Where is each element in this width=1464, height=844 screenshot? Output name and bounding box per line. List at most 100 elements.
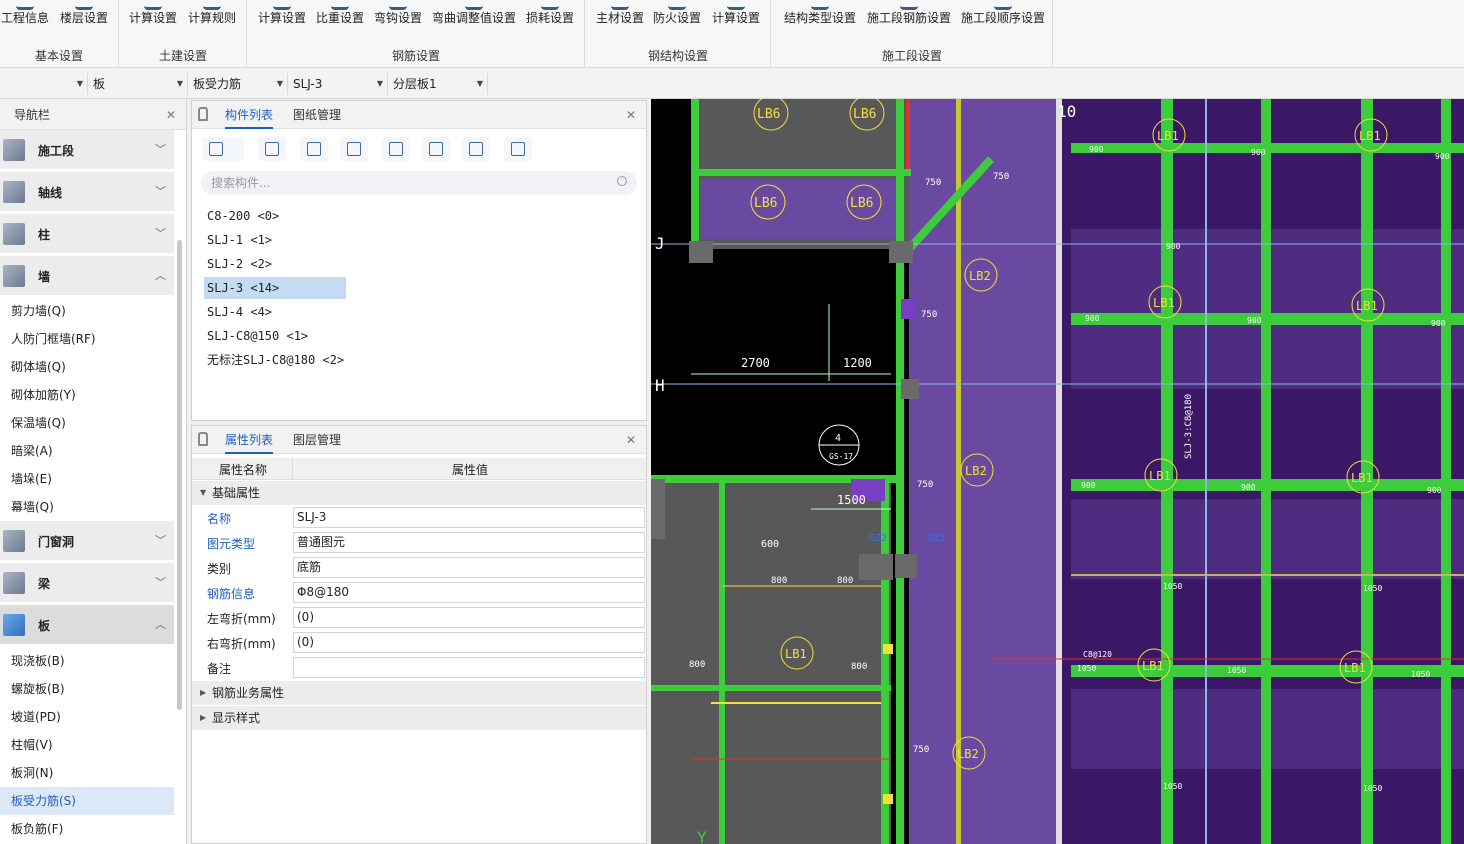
close-icon[interactable]: ✕ bbox=[166, 100, 176, 130]
component-item[interactable]: 无标注SLJ-C8@180 <2> bbox=[204, 349, 344, 371]
civil-calc-settings-button[interactable]: 计算设置 bbox=[126, 0, 180, 32]
nav-item-column-cap[interactable]: 柱帽(V) bbox=[0, 731, 174, 759]
density-settings-button[interactable]: 比重设置 bbox=[314, 0, 366, 32]
component-select[interactable]: SLJ-3 ▼ bbox=[289, 73, 388, 95]
nav-category-slab[interactable]: 板 ︿ bbox=[0, 605, 174, 645]
import-button[interactable] bbox=[422, 137, 450, 161]
dimension-text: 1200 bbox=[843, 356, 872, 370]
section-order-button[interactable]: 施工段顺序设置 bbox=[956, 0, 1050, 32]
floor-settings-button[interactable]: 楼层设置 bbox=[56, 0, 112, 32]
nav-item-ramp[interactable]: 坡道(PD) bbox=[0, 703, 174, 731]
ribbon-group-civil: 计算设置 计算规则 土建设置 bbox=[120, 0, 247, 68]
property-row-right-bend: 右弯折(mm) (0) bbox=[192, 630, 646, 655]
property-value-input[interactable]: SLJ-3 bbox=[293, 507, 645, 528]
nav-item-wall-pier[interactable]: 墙垛(E) bbox=[0, 465, 174, 493]
property-value-input[interactable]: Φ8@180 bbox=[293, 582, 645, 603]
property-group-basic[interactable]: ▼ 基础属性 bbox=[192, 481, 646, 505]
lock-icon[interactable] bbox=[198, 107, 208, 121]
property-value-input[interactable] bbox=[293, 657, 645, 678]
grid-label: 10 bbox=[1057, 102, 1076, 121]
property-group-rebar-business[interactable]: ▶ 钢筋业务属性 bbox=[192, 681, 646, 705]
dimension-text: 900 bbox=[1089, 145, 1104, 154]
sort-button[interactable] bbox=[462, 137, 490, 161]
slab-label-text: LB2 bbox=[957, 747, 979, 761]
category-select[interactable]: 板 ▼ bbox=[89, 73, 188, 95]
component-item[interactable]: SLJ-2 <2> bbox=[204, 253, 272, 275]
ribbon-group-label: 施工段设置 bbox=[881, 49, 942, 63]
component-item[interactable]: SLJ-4 <4> bbox=[204, 301, 272, 323]
steel-calc-settings-button[interactable]: 计算设置 bbox=[708, 0, 764, 32]
main-material-button[interactable]: 主材设置 bbox=[594, 0, 646, 32]
close-icon[interactable]: ✕ bbox=[626, 426, 636, 454]
layer-select[interactable]: 分层板1 ▼ bbox=[389, 73, 488, 95]
property-value-input[interactable]: (0) bbox=[293, 607, 645, 628]
nav-item-insulation-wall[interactable]: 保温墙(Q) bbox=[0, 409, 174, 437]
nav-item-slab-neg-rebar[interactable]: 板负筋(F) bbox=[0, 815, 174, 843]
component-item[interactable]: SLJ-1 <1> bbox=[204, 229, 272, 251]
nav-category-beam[interactable]: 梁 ﹀ bbox=[0, 563, 174, 603]
save-template-button[interactable] bbox=[382, 137, 410, 161]
tab-property-list[interactable]: 属性列表 bbox=[225, 426, 274, 454]
lock-icon[interactable] bbox=[198, 432, 208, 446]
filter-list-icon bbox=[511, 142, 525, 156]
property-value-input[interactable]: (0) bbox=[293, 632, 645, 653]
component-item[interactable]: SLJ-C8@150 <1> bbox=[204, 325, 308, 347]
grid-label: J bbox=[655, 234, 665, 253]
new-component-button[interactable] bbox=[202, 137, 244, 161]
calc-rules-button[interactable]: 计算规则 bbox=[184, 0, 240, 32]
nav-item-civil-defense-wall[interactable]: 人防门框墙(RF) bbox=[0, 325, 174, 353]
nav-category-wall[interactable]: 墙 ︿ bbox=[0, 256, 174, 296]
property-value-input[interactable]: 普通图元 bbox=[293, 532, 645, 553]
bend-adjust-button[interactable]: 弯曲调整值设置 bbox=[430, 0, 518, 32]
component-item-selected[interactable]: SLJ-3 <14> bbox=[204, 277, 346, 299]
floor-select[interactable]: ▼ bbox=[0, 73, 88, 95]
calc-settings-icon bbox=[727, 0, 745, 10]
tab-drawing-management[interactable]: 图纸管理 bbox=[293, 101, 341, 129]
tab-layer-management[interactable]: 图层管理 bbox=[293, 426, 341, 454]
cad-drawing[interactable]: J H 10 Y LB6 LB6 LB6 LB6 LB1 LB1 LB1 LB1… bbox=[651, 99, 1464, 844]
nav-category-column[interactable]: 柱 ﹀ bbox=[0, 214, 174, 254]
rebar-calc-settings-button[interactable]: 计算设置 bbox=[256, 0, 308, 32]
nav-item-curtain-wall[interactable]: 幕墙(Q) bbox=[0, 493, 174, 521]
nav-category-axis[interactable]: 轴线 ﹀ bbox=[0, 172, 174, 212]
tab-component-list[interactable]: 构件列表 bbox=[225, 101, 274, 129]
nav-item-spiral-slab[interactable]: 螺旋板(B) bbox=[0, 675, 174, 703]
project-info-button[interactable]: 工程信息 bbox=[0, 0, 50, 32]
delete-component-button[interactable] bbox=[300, 137, 328, 161]
component-search-input[interactable]: 搜索构件... bbox=[201, 171, 637, 195]
trash-icon bbox=[307, 142, 321, 156]
nav-item-cast-slab[interactable]: 现浇板(B) bbox=[0, 647, 174, 675]
dimension-text: 900 bbox=[1166, 242, 1181, 251]
beam bbox=[896, 99, 904, 844]
loss-icon bbox=[541, 0, 559, 10]
beam bbox=[1071, 665, 1464, 677]
fireproof-settings-button[interactable]: 防火设置 bbox=[650, 0, 704, 32]
dimension-text: 1050 bbox=[1227, 666, 1246, 675]
nav-category-openings[interactable]: 门窗洞 ﹀ bbox=[0, 521, 174, 561]
filter-button[interactable] bbox=[504, 137, 532, 161]
hook-settings-button[interactable]: 弯钩设置 bbox=[372, 0, 424, 32]
property-group-display-style[interactable]: ▶ 显示样式 bbox=[192, 706, 646, 730]
navigation-panel: 导航栏 ✕ 施工段 ﹀ 轴线 ﹀ 柱 ﹀ 墙 ︿ 剪力墙(Q) 人防门框墙(RF) 砌体… bbox=[0, 100, 187, 844]
nav-item-slab-hole[interactable]: 板洞(N) bbox=[0, 759, 174, 787]
type-select[interactable]: 板受力筋 ▼ bbox=[189, 73, 288, 95]
close-icon[interactable]: ✕ bbox=[626, 101, 636, 129]
dimension-text: 900 bbox=[1085, 314, 1100, 323]
property-value-input[interactable]: 底筋 bbox=[293, 557, 645, 578]
section-rebar-button[interactable]: 施工段钢筋设置 bbox=[862, 0, 956, 32]
nav-item-masonry-wall[interactable]: 砌体墙(Q) bbox=[0, 353, 174, 381]
dimension-text: 1050 bbox=[1363, 784, 1382, 793]
nav-category-section[interactable]: 施工段 ﹀ bbox=[0, 130, 174, 170]
nav-scrollbar[interactable] bbox=[177, 240, 182, 710]
nav-item-slab-rebar[interactable]: 板受力筋(S) bbox=[0, 787, 174, 815]
drawing-canvas[interactable]: J H 10 Y LB6 LB6 LB6 LB6 LB1 LB1 LB1 LB1… bbox=[651, 99, 1464, 844]
caret-down-icon: ▼ bbox=[200, 488, 207, 497]
structure-type-button[interactable]: 结构类型设置 bbox=[778, 0, 862, 32]
loss-settings-button[interactable]: 损耗设置 bbox=[523, 0, 577, 32]
copy-component-button[interactable] bbox=[258, 137, 286, 161]
nav-item-shear-wall[interactable]: 剪力墙(Q) bbox=[0, 297, 174, 325]
nav-item-masonry-rebar[interactable]: 砌体加筋(Y) bbox=[0, 381, 174, 409]
duplicate-layer-button[interactable] bbox=[340, 137, 368, 161]
nav-item-hidden-beam[interactable]: 暗梁(A) bbox=[0, 437, 174, 465]
component-item[interactable]: C8-200 <0> bbox=[204, 205, 279, 227]
